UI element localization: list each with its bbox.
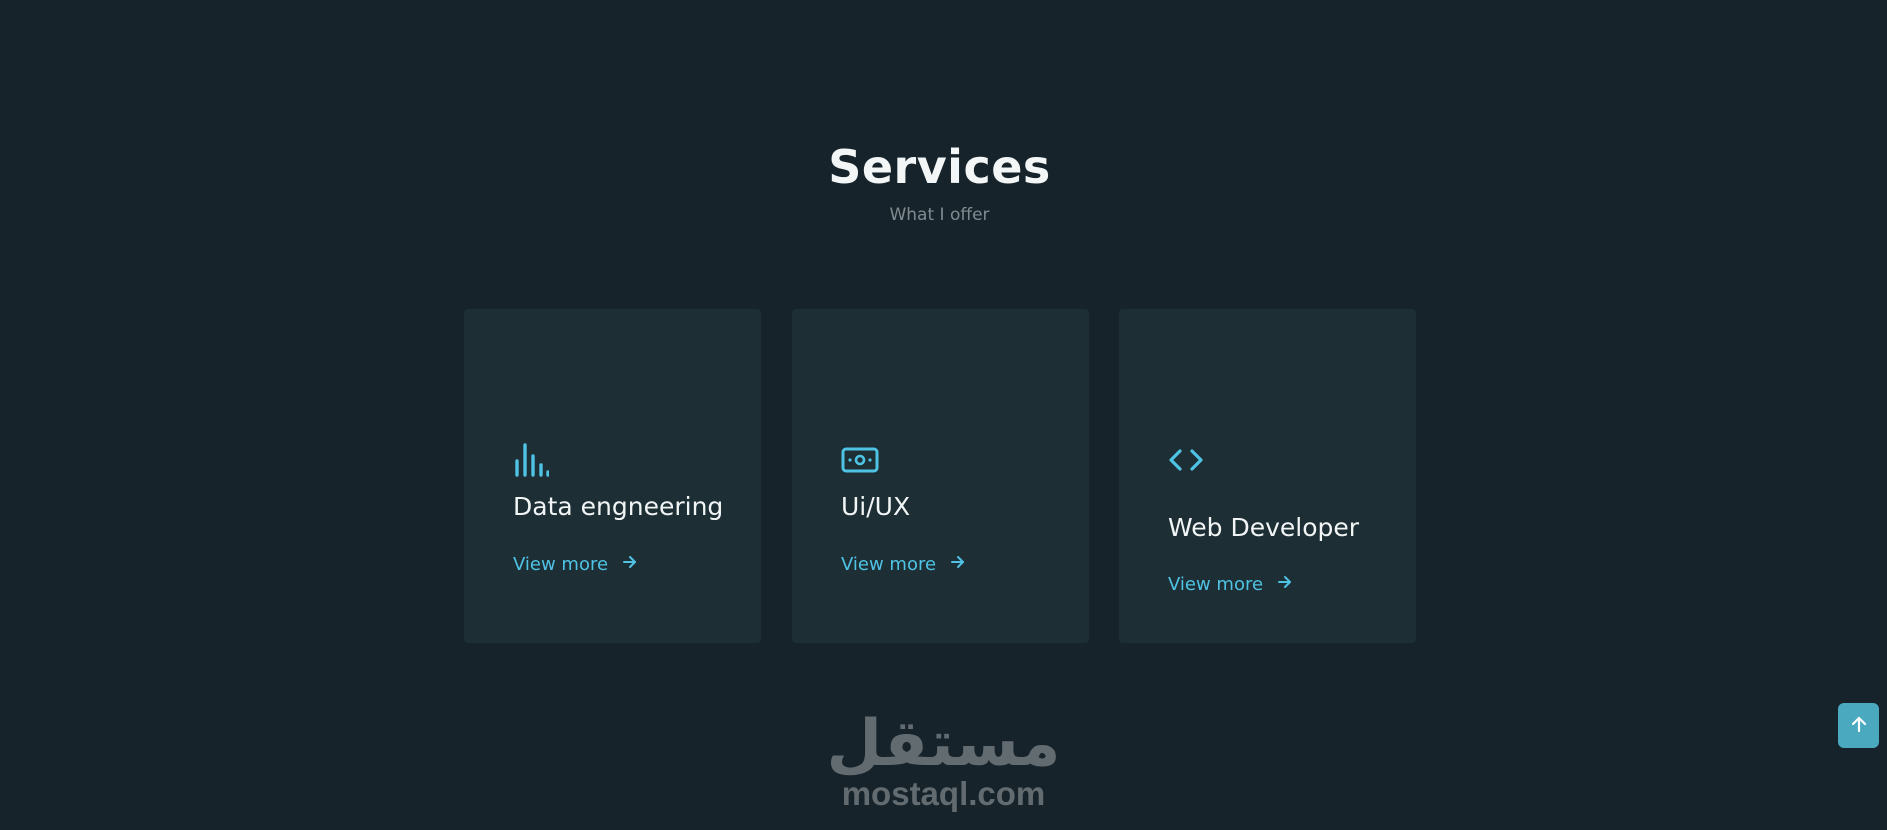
arrow-up-icon	[1850, 715, 1868, 737]
service-title: Web Developer	[1168, 513, 1360, 542]
scroll-to-top-button[interactable]	[1838, 703, 1879, 748]
view-more-label: View more	[1168, 574, 1264, 595]
view-more-link[interactable]: View more	[1168, 574, 1293, 595]
view-more-label: View more	[513, 554, 609, 575]
view-more-link[interactable]: View more	[841, 554, 966, 575]
mostaql-watermark: مستقل mostaql.com	[0, 708, 1887, 812]
arrow-right-icon	[950, 554, 966, 575]
watermark-latin-text: mostaql.com	[841, 775, 1046, 812]
section-title: Services	[828, 140, 1051, 194]
section-subtitle: What I offer	[889, 205, 990, 225]
banknote-icon	[841, 442, 881, 478]
service-title: Ui/UX	[841, 492, 911, 521]
arrow-right-icon	[622, 554, 638, 575]
view-more-link[interactable]: View more	[513, 554, 638, 575]
bar-chart-icon	[513, 442, 553, 478]
watermark-arabic-text: مستقل	[826, 707, 1061, 781]
view-more-label: View more	[841, 554, 937, 575]
service-title: Data engneering	[513, 492, 724, 521]
arrow-right-icon	[1277, 574, 1293, 595]
service-card-web-developer: Web Developer View more	[1119, 309, 1416, 643]
service-card-data-engineering: Data engneering View more	[464, 309, 761, 643]
service-card-ui-ux: Ui/UX View more	[792, 309, 1089, 643]
services-page: Services What I offer Data engneering Vi…	[0, 0, 1887, 830]
code-brackets-icon	[1168, 442, 1208, 478]
